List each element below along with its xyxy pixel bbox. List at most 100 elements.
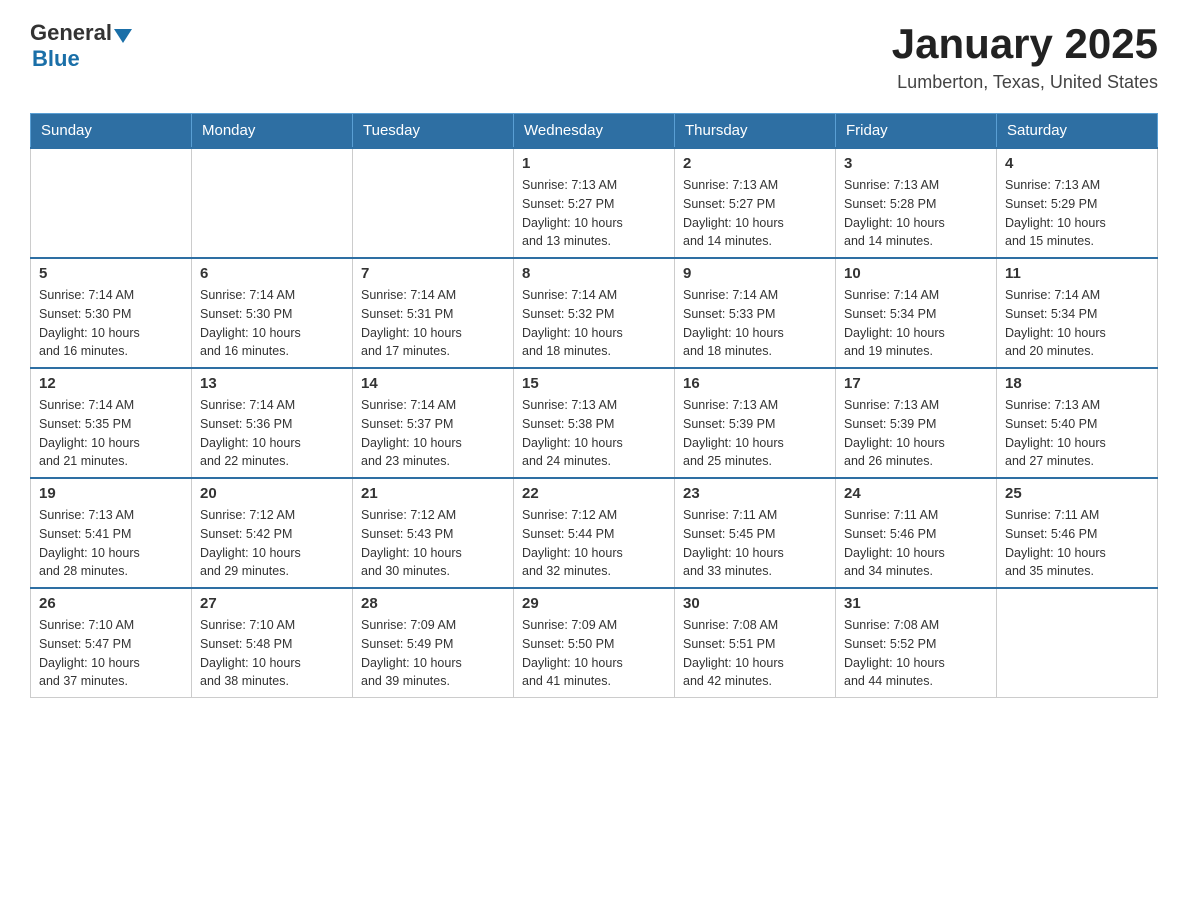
calendar-day-cell: 1Sunrise: 7:13 AMSunset: 5:27 PMDaylight… bbox=[514, 148, 675, 258]
day-info: Sunrise: 7:13 AMSunset: 5:28 PMDaylight:… bbox=[844, 176, 988, 251]
day-number: 30 bbox=[683, 595, 827, 612]
day-number: 17 bbox=[844, 375, 988, 392]
day-number: 28 bbox=[361, 595, 505, 612]
day-number: 19 bbox=[39, 485, 183, 502]
day-info: Sunrise: 7:13 AMSunset: 5:39 PMDaylight:… bbox=[844, 396, 988, 471]
day-info: Sunrise: 7:09 AMSunset: 5:49 PMDaylight:… bbox=[361, 616, 505, 691]
calendar-day-cell: 10Sunrise: 7:14 AMSunset: 5:34 PMDayligh… bbox=[836, 258, 997, 368]
day-number: 18 bbox=[1005, 375, 1149, 392]
day-number: 16 bbox=[683, 375, 827, 392]
calendar-week-row: 19 Sunrise: 7:13 AMSunset: 5:41 PMDayligh… bbox=[31, 478, 1158, 588]
calendar-table: SundayMondayTuesdayWednesdayThursdayFrid… bbox=[30, 113, 1158, 698]
calendar-day-cell: 22 Sunrise: 7:12 AMSunset: 5:44 PMDayligh… bbox=[514, 478, 675, 588]
calendar-day-cell: 4Sunrise: 7:13 AMSunset: 5:29 PMDaylight… bbox=[997, 148, 1158, 258]
day-number: 20 bbox=[200, 485, 344, 502]
day-number: 22 bbox=[522, 485, 666, 502]
logo: General Blue bbox=[30, 20, 132, 72]
day-number: 25 bbox=[1005, 485, 1149, 502]
day-info: Sunrise: 7:14 AMSunset: 5:30 PMDaylight:… bbox=[39, 286, 183, 361]
title-area: January 2025 Lumberton, Texas, United St… bbox=[892, 20, 1158, 93]
calendar-week-row: 12Sunrise: 7:14 AMSunset: 5:35 PMDayligh… bbox=[31, 368, 1158, 478]
day-info: Sunrise: 7:13 AMSunset: 5:38 PMDaylight:… bbox=[522, 396, 666, 471]
day-info: Sunrise: 7:14 AMSunset: 5:37 PMDaylight:… bbox=[361, 396, 505, 471]
calendar-day-cell: 24 Sunrise: 7:11 AMSunset: 5:46 PMDayligh… bbox=[836, 478, 997, 588]
day-info: Sunrise: 7:13 AMSunset: 5:27 PMDaylight:… bbox=[683, 176, 827, 251]
day-number: 7 bbox=[361, 265, 505, 282]
calendar-day-cell: 20 Sunrise: 7:12 AMSunset: 5:42 PMDayligh… bbox=[192, 478, 353, 588]
day-info: Sunrise: 7:13 AMSunset: 5:40 PMDaylight:… bbox=[1005, 396, 1149, 471]
page-header: General Blue January 2025 Lumberton, Tex… bbox=[30, 20, 1158, 93]
calendar-day-cell: 7Sunrise: 7:14 AMSunset: 5:31 PMDaylight… bbox=[353, 258, 514, 368]
day-info: Sunrise: 7:14 AMSunset: 5:33 PMDaylight:… bbox=[683, 286, 827, 361]
day-number: 26 bbox=[39, 595, 183, 612]
logo-general-text: General bbox=[30, 20, 112, 46]
day-of-week-header: Sunday bbox=[31, 114, 192, 149]
calendar-day-cell bbox=[997, 588, 1158, 698]
day-number: 6 bbox=[200, 265, 344, 282]
day-info: Sunrise: 7:11 AMSunset: 5:46 PMDaylight:… bbox=[1005, 506, 1149, 581]
day-info: Sunrise: 7:12 AMSunset: 5:42 PMDaylight:… bbox=[200, 506, 344, 581]
location-title: Lumberton, Texas, United States bbox=[892, 72, 1158, 93]
day-info: Sunrise: 7:13 AMSunset: 5:29 PMDaylight:… bbox=[1005, 176, 1149, 251]
calendar-day-cell bbox=[31, 148, 192, 258]
day-info: Sunrise: 7:13 AMSunset: 5:27 PMDaylight:… bbox=[522, 176, 666, 251]
calendar-day-cell: 6 Sunrise: 7:14 AMSunset: 5:30 PMDaylight… bbox=[192, 258, 353, 368]
calendar-day-cell: 23Sunrise: 7:11 AMSunset: 5:45 PMDayligh… bbox=[675, 478, 836, 588]
day-number: 2 bbox=[683, 155, 827, 172]
day-info: Sunrise: 7:13 AMSunset: 5:39 PMDaylight:… bbox=[683, 396, 827, 471]
calendar-day-cell: 21Sunrise: 7:12 AMSunset: 5:43 PMDayligh… bbox=[353, 478, 514, 588]
day-number: 31 bbox=[844, 595, 988, 612]
day-info: Sunrise: 7:08 AMSunset: 5:51 PMDaylight:… bbox=[683, 616, 827, 691]
day-info: Sunrise: 7:11 AMSunset: 5:46 PMDaylight:… bbox=[844, 506, 988, 581]
day-number: 11 bbox=[1005, 265, 1149, 282]
month-title: January 2025 bbox=[892, 20, 1158, 68]
calendar-day-cell bbox=[192, 148, 353, 258]
calendar-body: 1Sunrise: 7:13 AMSunset: 5:27 PMDaylight… bbox=[31, 148, 1158, 698]
day-info: Sunrise: 7:08 AMSunset: 5:52 PMDaylight:… bbox=[844, 616, 988, 691]
day-of-week-header: Tuesday bbox=[353, 114, 514, 149]
calendar-week-row: 5Sunrise: 7:14 AMSunset: 5:30 PMDaylight… bbox=[31, 258, 1158, 368]
calendar-day-cell: 9 Sunrise: 7:14 AMSunset: 5:33 PMDaylight… bbox=[675, 258, 836, 368]
day-number: 13 bbox=[200, 375, 344, 392]
day-info: Sunrise: 7:12 AMSunset: 5:44 PMDaylight:… bbox=[522, 506, 666, 581]
logo-blue-text: Blue bbox=[32, 46, 80, 71]
day-of-week-header: Monday bbox=[192, 114, 353, 149]
calendar-day-cell: 2 Sunrise: 7:13 AMSunset: 5:27 PMDaylight… bbox=[675, 148, 836, 258]
calendar-day-cell: 18 Sunrise: 7:13 AMSunset: 5:40 PMDayligh… bbox=[997, 368, 1158, 478]
calendar-week-row: 26Sunrise: 7:10 AMSunset: 5:47 PMDayligh… bbox=[31, 588, 1158, 698]
calendar-week-row: 1Sunrise: 7:13 AMSunset: 5:27 PMDaylight… bbox=[31, 148, 1158, 258]
day-info: Sunrise: 7:14 AMSunset: 5:36 PMDaylight:… bbox=[200, 396, 344, 471]
calendar-day-cell: 19 Sunrise: 7:13 AMSunset: 5:41 PMDayligh… bbox=[31, 478, 192, 588]
calendar-day-cell: 26Sunrise: 7:10 AMSunset: 5:47 PMDayligh… bbox=[31, 588, 192, 698]
day-info: Sunrise: 7:14 AMSunset: 5:34 PMDaylight:… bbox=[844, 286, 988, 361]
day-info: Sunrise: 7:10 AMSunset: 5:48 PMDaylight:… bbox=[200, 616, 344, 691]
day-info: Sunrise: 7:14 AMSunset: 5:34 PMDaylight:… bbox=[1005, 286, 1149, 361]
day-of-week-header: Thursday bbox=[675, 114, 836, 149]
calendar-day-cell: 15Sunrise: 7:13 AMSunset: 5:38 PMDayligh… bbox=[514, 368, 675, 478]
calendar-day-cell: 27 Sunrise: 7:10 AMSunset: 5:48 PMDayligh… bbox=[192, 588, 353, 698]
day-number: 23 bbox=[683, 485, 827, 502]
day-number: 8 bbox=[522, 265, 666, 282]
day-of-week-header: Friday bbox=[836, 114, 997, 149]
day-number: 14 bbox=[361, 375, 505, 392]
day-of-week-header: Wednesday bbox=[514, 114, 675, 149]
day-info: Sunrise: 7:12 AMSunset: 5:43 PMDaylight:… bbox=[361, 506, 505, 581]
calendar-day-cell: 25 Sunrise: 7:11 AMSunset: 5:46 PMDayligh… bbox=[997, 478, 1158, 588]
day-info: Sunrise: 7:14 AMSunset: 5:32 PMDaylight:… bbox=[522, 286, 666, 361]
day-info: Sunrise: 7:09 AMSunset: 5:50 PMDaylight:… bbox=[522, 616, 666, 691]
day-info: Sunrise: 7:13 AMSunset: 5:41 PMDaylight:… bbox=[39, 506, 183, 581]
calendar-day-cell: 30 Sunrise: 7:08 AMSunset: 5:51 PMDayligh… bbox=[675, 588, 836, 698]
day-number: 27 bbox=[200, 595, 344, 612]
day-number: 29 bbox=[522, 595, 666, 612]
calendar-day-cell: 17 Sunrise: 7:13 AMSunset: 5:39 PMDayligh… bbox=[836, 368, 997, 478]
calendar-day-cell: 16 Sunrise: 7:13 AMSunset: 5:39 PMDayligh… bbox=[675, 368, 836, 478]
day-info: Sunrise: 7:14 AMSunset: 5:35 PMDaylight:… bbox=[39, 396, 183, 471]
calendar-day-cell: 12Sunrise: 7:14 AMSunset: 5:35 PMDayligh… bbox=[31, 368, 192, 478]
calendar-day-cell: 3Sunrise: 7:13 AMSunset: 5:28 PMDaylight… bbox=[836, 148, 997, 258]
day-number: 9 bbox=[683, 265, 827, 282]
days-of-week-row: SundayMondayTuesdayWednesdayThursdayFrid… bbox=[31, 114, 1158, 149]
calendar-day-cell: 13 Sunrise: 7:14 AMSunset: 5:36 PMDayligh… bbox=[192, 368, 353, 478]
day-number: 24 bbox=[844, 485, 988, 502]
calendar-day-cell: 11 Sunrise: 7:14 AMSunset: 5:34 PMDayligh… bbox=[997, 258, 1158, 368]
day-info: Sunrise: 7:14 AMSunset: 5:30 PMDaylight:… bbox=[200, 286, 344, 361]
